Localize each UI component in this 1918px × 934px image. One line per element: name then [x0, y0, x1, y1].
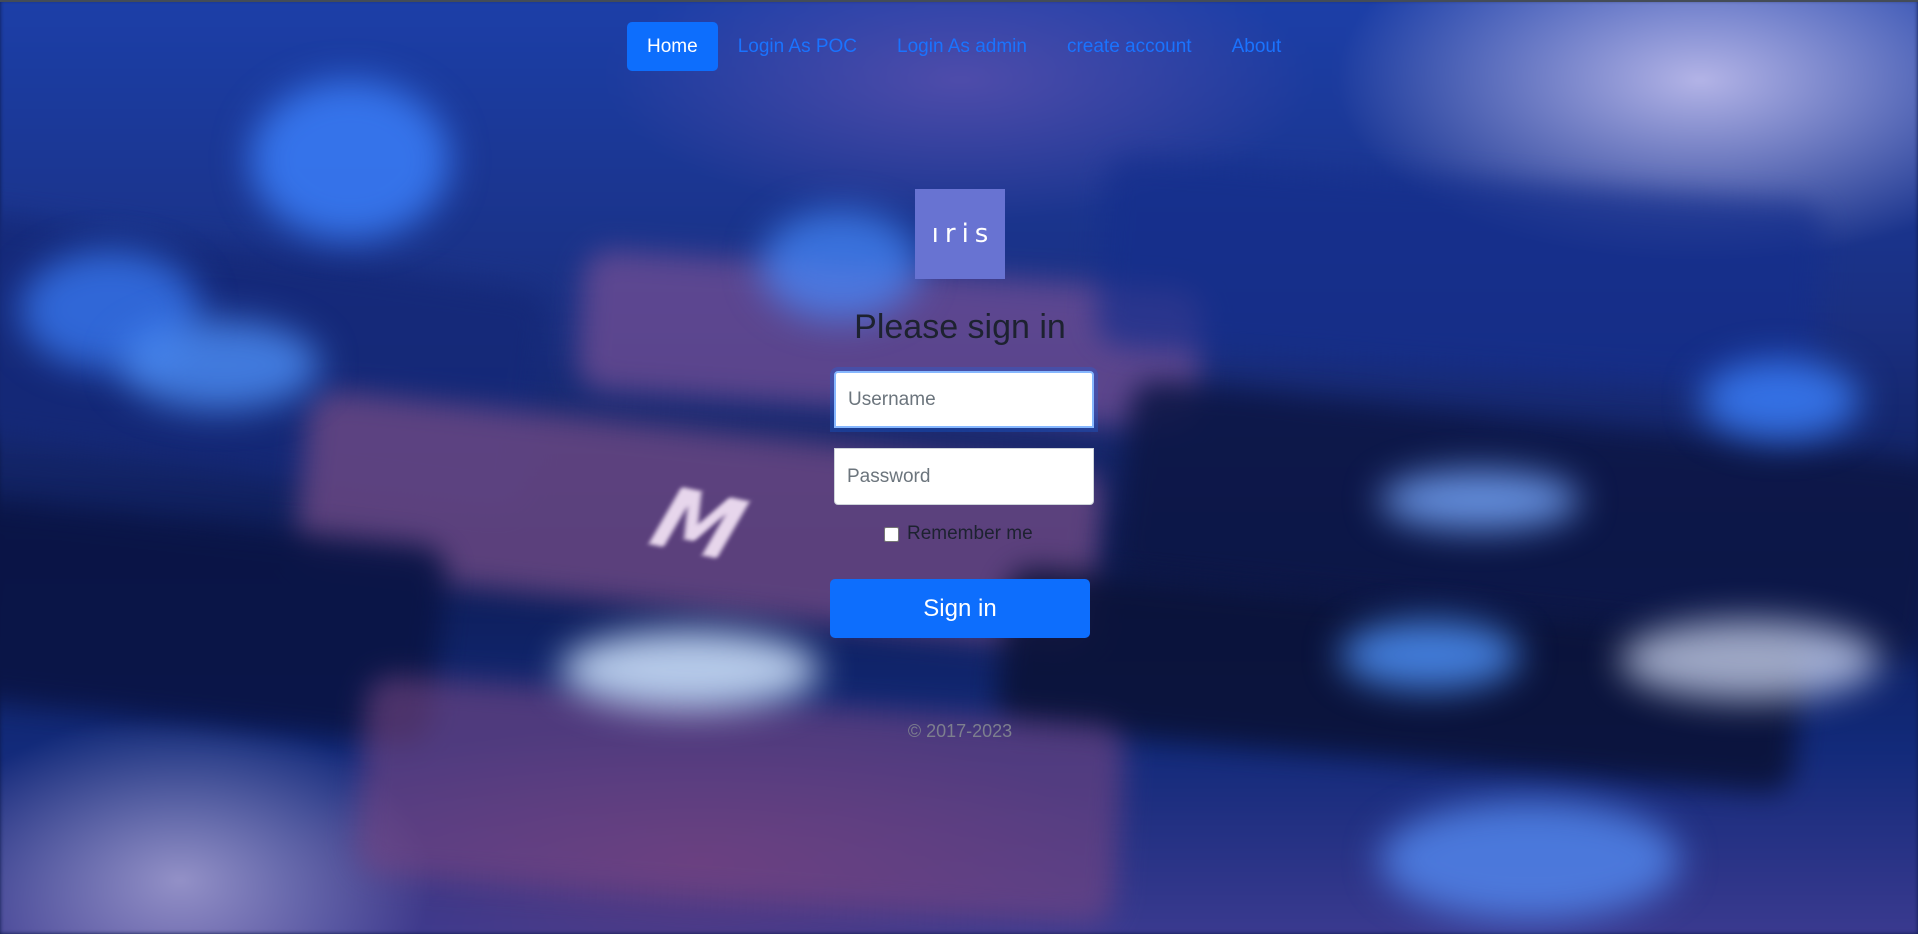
logo-text: ıris: [931, 219, 995, 249]
page-title: Please sign in: [854, 308, 1066, 346]
nav-create-account-link[interactable]: create account: [1047, 22, 1212, 71]
background-glow: [1380, 470, 1580, 530]
background-glow: [560, 630, 820, 710]
background-glow: [250, 80, 450, 240]
username-input[interactable]: [834, 371, 1094, 428]
copyright-text: © 2017-2023: [907, 721, 1013, 741]
sign-in-button[interactable]: Sign in: [830, 579, 1090, 638]
background-glow: [120, 320, 320, 410]
remember-me-checkbox[interactable]: [884, 526, 899, 542]
remember-me-label: Remember me: [907, 523, 1033, 544]
login-page: M Home Login As POC Login As admin creat…: [0, 0, 1918, 934]
iris-logo: ıris: [915, 189, 1005, 279]
background-glow: [1380, 800, 1680, 920]
nav-home-link[interactable]: Home: [627, 22, 718, 71]
password-input[interactable]: [834, 448, 1094, 505]
window-top-border: [0, 0, 1918, 2]
nav-about-link[interactable]: About: [1212, 22, 1302, 71]
remember-me[interactable]: Remember me: [884, 523, 1033, 545]
nav-login-as-admin-link[interactable]: Login As admin: [877, 22, 1047, 71]
top-navigation: Home Login As POC Login As admin create …: [627, 22, 1301, 71]
nav-login-as-poc-link[interactable]: Login As POC: [718, 22, 877, 71]
background-glow: [1700, 360, 1860, 440]
background-glow: [1620, 620, 1880, 700]
background-glow: [1340, 620, 1520, 690]
background-glow: [760, 210, 920, 320]
